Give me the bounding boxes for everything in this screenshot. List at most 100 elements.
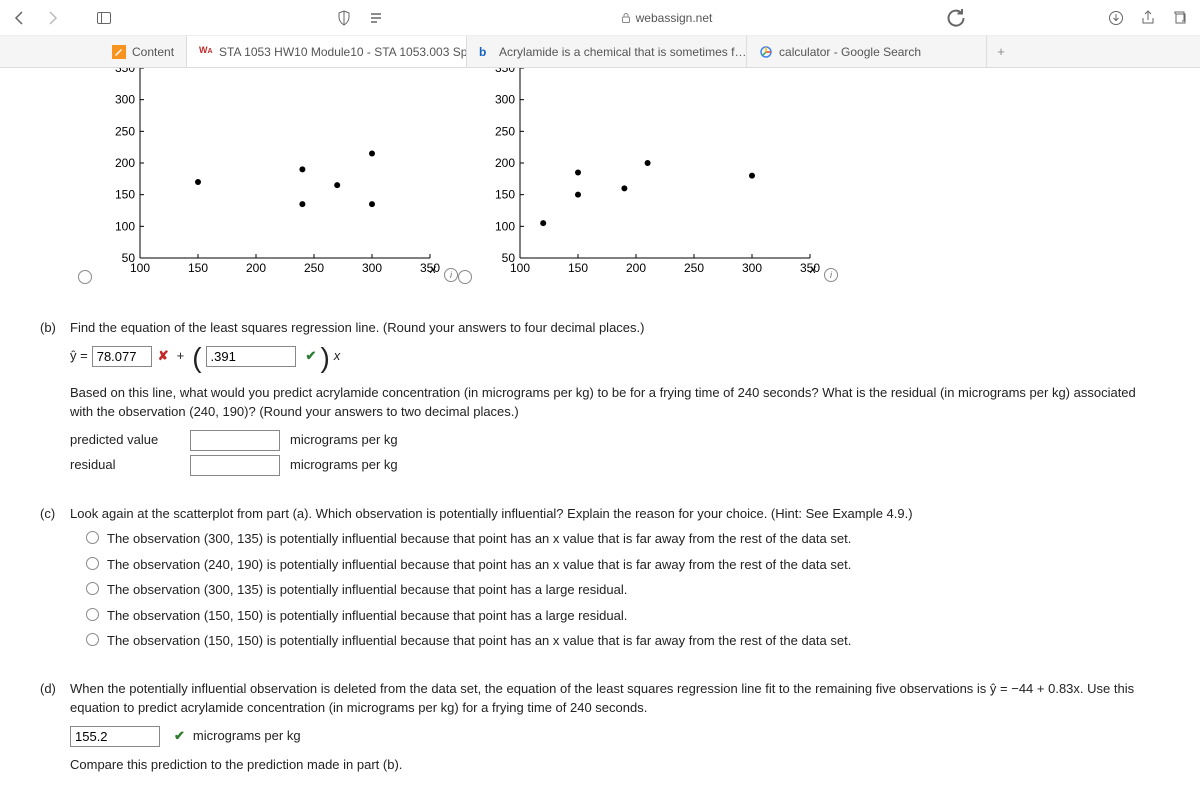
svg-text:100: 100 bbox=[115, 219, 135, 233]
svg-text:300: 300 bbox=[115, 93, 135, 107]
tab-bar: Content WA STA 1053 HW10 Module10 - STA … bbox=[0, 36, 1200, 68]
svg-text:250: 250 bbox=[115, 124, 135, 138]
svg-text:x: x bbox=[809, 262, 817, 276]
svg-text:300: 300 bbox=[495, 93, 515, 107]
address-bar[interactable]: webassign.net bbox=[396, 11, 936, 25]
sidebar-button[interactable] bbox=[92, 6, 116, 30]
plus-sign: + bbox=[177, 346, 185, 366]
question-b-follow: Based on this line, what would you predi… bbox=[70, 383, 1160, 422]
question-label-d: (d) bbox=[40, 679, 62, 775]
svg-text:x: x bbox=[429, 262, 437, 276]
question-c-prompt: Look again at the scatterplot from part … bbox=[70, 504, 1160, 524]
svg-text:350: 350 bbox=[115, 68, 135, 75]
scatter-plot-1: 50100150200250300350 100150200250300350 … bbox=[100, 68, 440, 278]
option-text: The observation (150, 150) is potentiall… bbox=[107, 631, 851, 651]
predicted-value-input[interactable] bbox=[190, 430, 280, 451]
option-text: The observation (150, 150) is potentiall… bbox=[107, 606, 627, 626]
question-c-options: The observation (300, 135) is potentiall… bbox=[86, 529, 1160, 651]
svg-text:350: 350 bbox=[495, 68, 515, 75]
tab-label: Acrylamide is a chemical that is sometim… bbox=[499, 45, 746, 59]
tab-bartleby[interactable]: b Acrylamide is a chemical that is somet… bbox=[467, 36, 747, 67]
tabs-button[interactable] bbox=[1168, 6, 1192, 30]
svg-text:300: 300 bbox=[742, 261, 762, 275]
radio-option[interactable]: The observation (240, 190) is potentiall… bbox=[86, 555, 1160, 575]
plot-radio-1[interactable] bbox=[78, 270, 92, 284]
back-button[interactable] bbox=[8, 6, 32, 30]
new-tab-button[interactable]: + bbox=[987, 36, 1015, 67]
residual-label: residual bbox=[70, 455, 180, 475]
svg-text:100: 100 bbox=[495, 219, 515, 233]
radio-option[interactable]: The observation (150, 150) is potentiall… bbox=[86, 606, 1160, 626]
svg-text:250: 250 bbox=[304, 261, 324, 275]
question-b-prompt: Find the equation of the least squares r… bbox=[70, 318, 1160, 338]
radio-icon bbox=[86, 557, 99, 570]
predicted-value-label: predicted value bbox=[70, 430, 180, 450]
share-button[interactable] bbox=[1136, 6, 1160, 30]
svg-text:250: 250 bbox=[684, 261, 704, 275]
info-icon[interactable]: i bbox=[444, 268, 458, 282]
intercept-input[interactable] bbox=[92, 346, 152, 367]
correct-icon: ✔ bbox=[306, 346, 317, 366]
radio-option[interactable]: The observation (150, 150) is potentiall… bbox=[86, 631, 1160, 651]
question-label-b: (b) bbox=[40, 318, 62, 496]
residual-input[interactable] bbox=[190, 455, 280, 476]
reload-button[interactable] bbox=[944, 6, 968, 30]
option-text: The observation (300, 135) is potentiall… bbox=[107, 529, 851, 549]
download-button[interactable] bbox=[1104, 6, 1128, 30]
option-text: The observation (240, 190) is potentiall… bbox=[107, 555, 851, 575]
google-icon bbox=[759, 45, 773, 59]
tab-content[interactable]: Content bbox=[100, 36, 187, 67]
svg-text:150: 150 bbox=[188, 261, 208, 275]
plot-radio-2[interactable] bbox=[458, 270, 472, 284]
tab-google[interactable]: calculator - Google Search bbox=[747, 36, 987, 67]
svg-text:150: 150 bbox=[495, 188, 515, 202]
svg-text:100: 100 bbox=[510, 261, 530, 275]
svg-text:200: 200 bbox=[495, 156, 515, 170]
scatter-plot-2: 50100150200250300350 100150200250300350 … bbox=[480, 68, 820, 278]
question-d: (d) When the potentially influential obs… bbox=[40, 679, 1160, 775]
x-var: x bbox=[334, 346, 341, 366]
tab-label: STA 1053 HW10 Module10 - STA 1053.003 Sp… bbox=[219, 45, 467, 59]
radio-icon bbox=[86, 608, 99, 621]
scatter-plots-row: 50100150200250300350 100150200250300350 … bbox=[100, 68, 1160, 278]
part-d-input[interactable] bbox=[70, 726, 160, 747]
wa-icon: WA bbox=[199, 45, 213, 59]
shield-icon[interactable] bbox=[332, 6, 356, 30]
radio-icon bbox=[86, 531, 99, 544]
tab-label: Content bbox=[132, 45, 174, 59]
page-content: 50100150200250300350 100150200250300350 … bbox=[0, 68, 1200, 812]
unit-label: micrograms per kg bbox=[193, 726, 301, 746]
tab-webassign[interactable]: WA STA 1053 HW10 Module10 - STA 1053.003… bbox=[187, 36, 467, 67]
unit-label: micrograms per kg bbox=[290, 430, 398, 450]
svg-text:100: 100 bbox=[130, 261, 150, 275]
svg-text:200: 200 bbox=[246, 261, 266, 275]
regression-equation: ŷ = ✘ + ( ✔ ) x bbox=[70, 346, 1160, 367]
unit-label: micrograms per kg bbox=[290, 455, 398, 475]
radio-option[interactable]: The observation (300, 135) is potentiall… bbox=[86, 580, 1160, 600]
text-size-button[interactable] bbox=[364, 6, 388, 30]
b-sub-inputs: predicted value micrograms per kg residu… bbox=[70, 430, 1160, 476]
question-d-compare: Compare this prediction to the predictio… bbox=[70, 755, 1160, 775]
address-text: webassign.net bbox=[636, 11, 713, 25]
svg-text:200: 200 bbox=[626, 261, 646, 275]
option-text: The observation (300, 135) is potentiall… bbox=[107, 580, 627, 600]
correct-icon: ✔ bbox=[174, 726, 185, 746]
svg-text:150: 150 bbox=[115, 188, 135, 202]
browser-toolbar: webassign.net bbox=[0, 0, 1200, 36]
question-b: (b) Find the equation of the least squar… bbox=[40, 318, 1160, 496]
pencil-icon bbox=[112, 45, 126, 59]
radio-option[interactable]: The observation (300, 135) is potentiall… bbox=[86, 529, 1160, 549]
wrong-icon: ✘ bbox=[158, 346, 169, 366]
svg-text:200: 200 bbox=[115, 156, 135, 170]
slope-input[interactable] bbox=[206, 346, 296, 367]
yhat-label: ŷ = bbox=[70, 346, 88, 366]
b-icon: b bbox=[479, 45, 493, 59]
svg-text:300: 300 bbox=[362, 261, 382, 275]
forward-button[interactable] bbox=[40, 6, 64, 30]
question-d-prompt: When the potentially influential observa… bbox=[70, 679, 1160, 718]
question-label-c: (c) bbox=[40, 504, 62, 671]
info-icon[interactable]: i bbox=[824, 268, 838, 282]
question-c: (c) Look again at the scatterplot from p… bbox=[40, 504, 1160, 671]
svg-text:150: 150 bbox=[568, 261, 588, 275]
lock-icon bbox=[620, 12, 632, 24]
